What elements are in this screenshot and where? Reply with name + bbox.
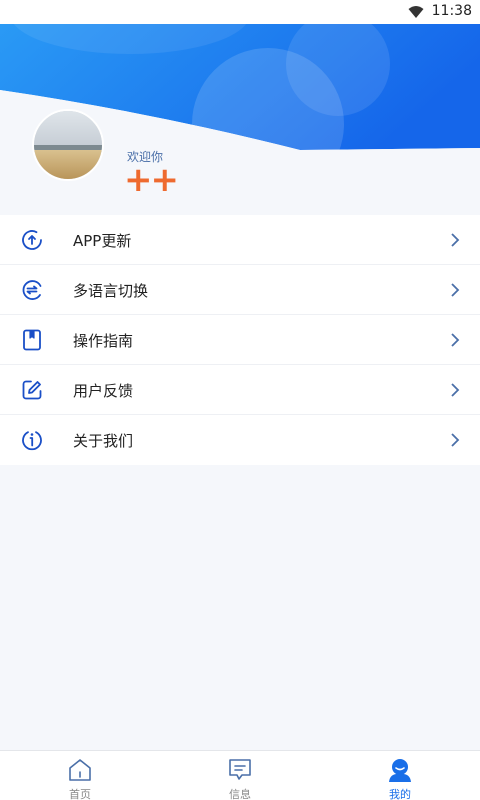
menu-item-guide[interactable]: 操作指南 [0, 315, 480, 365]
menu-item-label: 多语言切换 [73, 282, 149, 300]
menu-item-label: APP更新 [73, 232, 132, 250]
user-icon [389, 759, 411, 782]
home-icon [69, 759, 91, 781]
language-switch-icon [22, 280, 42, 300]
tab-home[interactable]: 首页 [0, 751, 160, 800]
chevron-right-icon [451, 383, 460, 397]
tab-label: 首页 [69, 788, 91, 800]
info-circle-icon [22, 431, 42, 451]
settings-menu: APP更新 多语言切换 操作指南 用户反馈 关于我们 [0, 215, 480, 465]
tab-messages[interactable]: 信息 [160, 751, 320, 800]
wifi-icon [408, 6, 424, 18]
chevron-right-icon [451, 333, 460, 347]
status-bar: 11:38 [0, 0, 480, 24]
user-nickname: ++ [124, 160, 179, 200]
upload-circle-icon [22, 230, 42, 250]
guide-book-icon [23, 329, 41, 351]
bottom-tab-bar: 首页 信息 我的 [0, 750, 480, 800]
avatar[interactable] [32, 109, 104, 181]
menu-item-language[interactable]: 多语言切换 [0, 265, 480, 315]
menu-item-feedback[interactable]: 用户反馈 [0, 365, 480, 415]
chevron-right-icon [451, 283, 460, 297]
menu-item-label: 用户反馈 [73, 382, 134, 400]
menu-item-label: 操作指南 [73, 332, 134, 350]
menu-item-about[interactable]: 关于我们 [0, 415, 480, 465]
menu-item-label: 关于我们 [73, 432, 134, 450]
chevron-right-icon [451, 233, 460, 247]
tab-mine[interactable]: 我的 [320, 751, 480, 800]
status-time: 11:38 [431, 3, 472, 19]
menu-item-app-update[interactable]: APP更新 [0, 215, 480, 265]
message-icon [229, 759, 251, 780]
edit-feedback-icon [22, 380, 42, 400]
chevron-right-icon [451, 433, 460, 447]
tab-label: 信息 [229, 788, 251, 800]
tab-label: 我的 [389, 788, 411, 800]
